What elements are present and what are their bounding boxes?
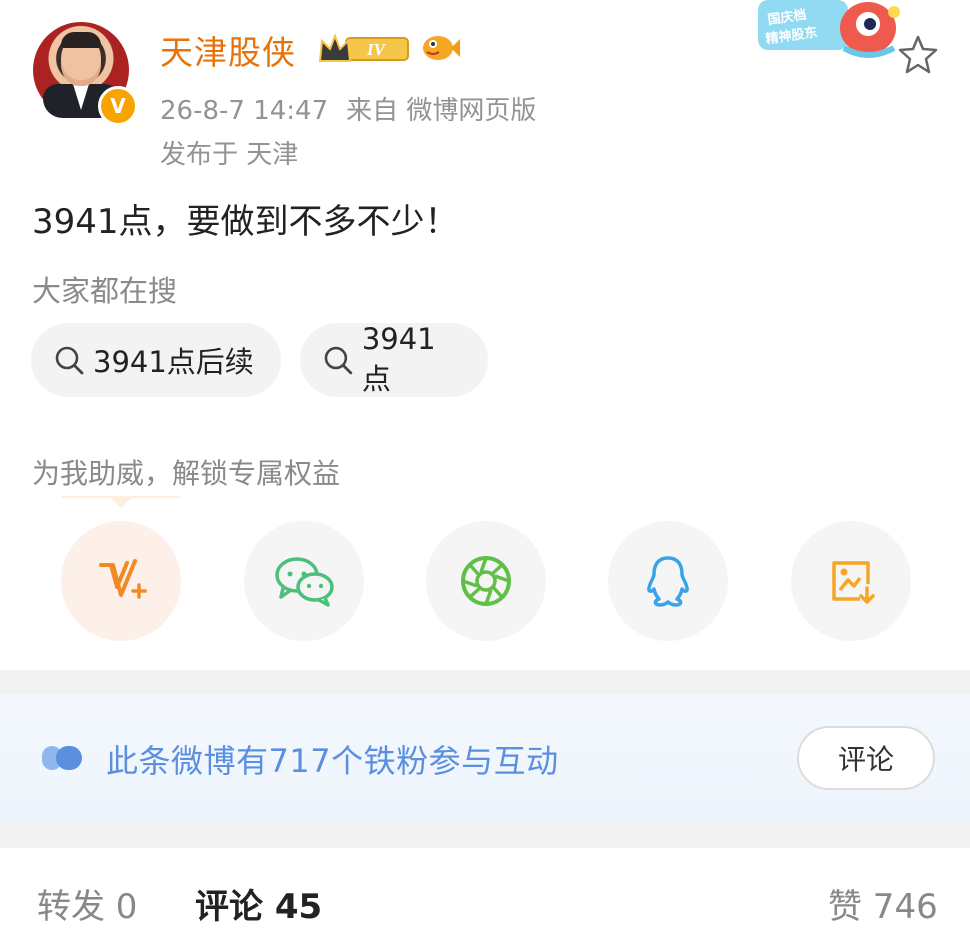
comment-button[interactable]: 评论 bbox=[797, 726, 935, 790]
v-plus-button[interactable] bbox=[61, 521, 181, 641]
moments-icon bbox=[461, 556, 511, 606]
search-chip-label: 3941点 bbox=[361, 322, 436, 396]
pointer-arrow bbox=[110, 497, 132, 508]
search-icon bbox=[324, 346, 353, 375]
avatar-hair bbox=[61, 32, 101, 48]
post-location: 发布于 天津 bbox=[160, 140, 299, 170]
wechat-share-button[interactable] bbox=[244, 521, 364, 641]
moments-share-button[interactable] bbox=[426, 521, 546, 641]
support-text: 为我助威，解锁专属权益 bbox=[32, 457, 341, 490]
fan-text: 此条微博有717个铁粉参与互动 bbox=[106, 742, 559, 780]
holiday-badge-icon[interactable]: 国庆档 精神股东 bbox=[758, 0, 908, 62]
save-image-button[interactable] bbox=[791, 521, 911, 641]
wechat-icon bbox=[275, 557, 334, 607]
level-text: IV bbox=[366, 40, 387, 59]
search-chip[interactable]: 3941点后续 bbox=[31, 323, 281, 397]
save-image-icon bbox=[832, 561, 875, 604]
tab-repost[interactable]: 转发 0 bbox=[37, 879, 137, 928]
post-source[interactable]: 来自 微博网页版 bbox=[346, 96, 536, 126]
qq-share-button[interactable] bbox=[608, 521, 728, 641]
search-chip[interactable]: 3941点 bbox=[300, 322, 488, 397]
post-time: 26-8-7 14:47 bbox=[160, 96, 329, 126]
post-text: 3941点，要做到不多不少！ bbox=[32, 202, 459, 242]
v-plus-icon bbox=[99, 559, 147, 599]
tab-like[interactable]: 赞 746 bbox=[828, 879, 938, 928]
search-heading: 大家都在搜 bbox=[32, 274, 178, 308]
star-icon[interactable] bbox=[896, 33, 940, 77]
crown-level-badge[interactable]: IV bbox=[318, 33, 410, 65]
username[interactable]: 天津股侠 bbox=[160, 26, 296, 74]
section-divider bbox=[0, 670, 970, 694]
tab-comment[interactable]: 评论 45 bbox=[195, 879, 322, 928]
fish-icon[interactable] bbox=[421, 31, 461, 63]
search-icon bbox=[55, 346, 84, 375]
section-divider bbox=[0, 822, 970, 848]
fan-icon bbox=[42, 746, 82, 770]
post-meta: 26-8-7 14:47 来自 微博网页版 bbox=[160, 90, 554, 127]
search-chip-label: 3941点后续 bbox=[93, 345, 254, 379]
qq-icon bbox=[647, 556, 689, 607]
verified-badge: V bbox=[98, 86, 138, 126]
